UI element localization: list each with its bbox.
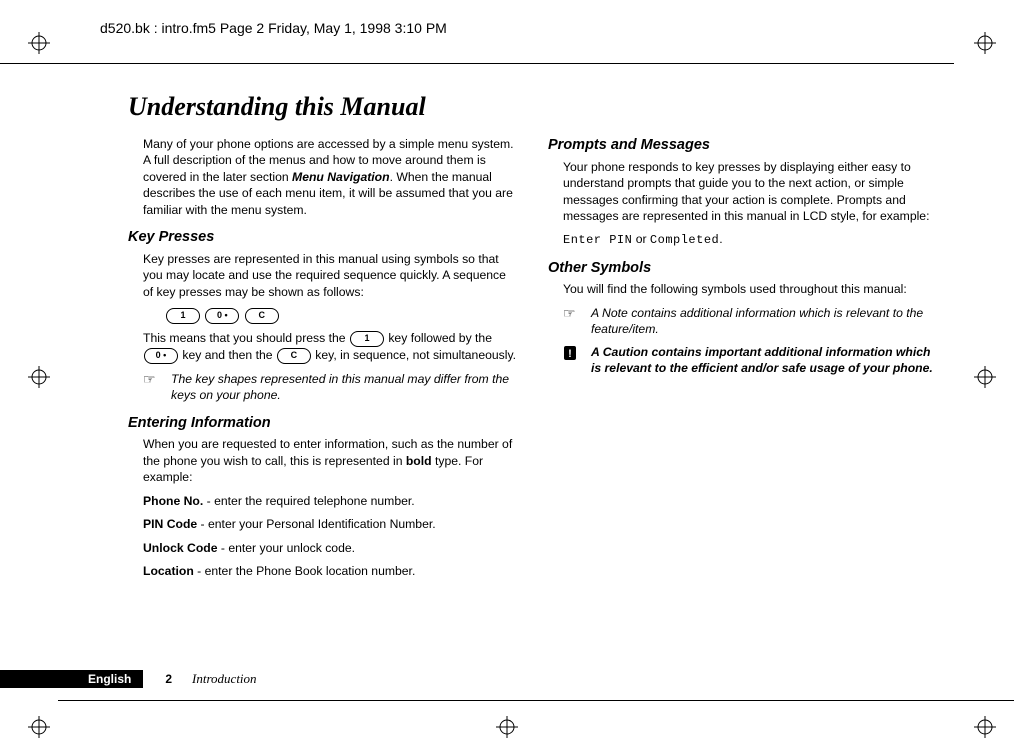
entering-info-heading: Entering Information (128, 414, 518, 434)
left-column: Many of your phone options are accessed … (128, 136, 518, 586)
registration-mark-icon (28, 716, 50, 738)
phone-key-icon: 0 • (144, 348, 178, 364)
page-meta-header: d520.bk : intro.fm5 Page 2 Friday, May 1… (100, 20, 447, 36)
phone-key-icon: C (245, 308, 279, 324)
registration-mark-icon (28, 32, 50, 54)
page-content: Understanding this Manual Many of your p… (128, 92, 938, 586)
prompts-intro: Your phone responds to key presses by di… (563, 159, 938, 225)
crop-line-top (0, 63, 954, 64)
page-footer: English 2 Introduction (0, 666, 1014, 692)
field-desc: - enter the Phone Book location number. (194, 564, 416, 578)
caution-text: A Caution contains important additional … (591, 344, 938, 377)
field-desc: - enter your Personal Identification Num… (197, 517, 435, 531)
list-item: PIN Code - enter your Personal Identific… (143, 516, 518, 532)
list-item: Phone No. - enter the required telephone… (143, 493, 518, 509)
note-text: The key shapes represented in this manua… (171, 371, 518, 404)
footer-page-number: 2 (165, 672, 172, 686)
other-symbols-heading: Other Symbols (548, 259, 938, 279)
bold-ref: bold (406, 454, 432, 468)
phone-key-icon: 0 • (205, 308, 239, 324)
other-symbols-intro: You will find the following symbols used… (563, 281, 938, 297)
lcd-example: Enter PIN or Completed. (563, 231, 938, 248)
key-sequence-example: 1 0 • C (143, 307, 518, 324)
note-icon: ☞ (563, 306, 585, 320)
note-block: ☞ A Note contains additional information… (563, 305, 938, 338)
text: key and then the (179, 348, 276, 362)
field-desc: - enter your unlock code. (218, 541, 356, 555)
field-name: PIN Code (143, 517, 197, 531)
menu-navigation-ref: Menu Navigation (292, 170, 390, 184)
entering-info-intro: When you are requested to enter informat… (143, 436, 518, 485)
field-desc: - enter the required telephone number. (203, 494, 414, 508)
text: or (632, 232, 650, 246)
text: key followed by the (385, 331, 492, 345)
phone-key-icon: 1 (166, 308, 200, 324)
note-text: A Note contains additional information w… (591, 305, 938, 338)
footer-black-bar (0, 670, 80, 688)
list-item: Location - enter the Phone Book location… (143, 563, 518, 579)
text: key, in sequence, not simultaneously. (312, 348, 516, 362)
phone-key-icon: 1 (350, 331, 384, 347)
crop-line-bottom (58, 700, 1014, 701)
key-presses-intro: Key presses are represented in this manu… (143, 251, 518, 300)
phone-key-icon: C (277, 348, 311, 364)
field-name: Unlock Code (143, 541, 218, 555)
footer-language: English (80, 670, 143, 688)
lcd-text: Enter PIN (563, 233, 632, 247)
field-name: Location (143, 564, 194, 578)
key-presses-explain: This means that you should press the 1 k… (143, 330, 518, 364)
note-block: ☞ The key shapes represented in this man… (143, 371, 518, 404)
footer-section-name: Introduction (192, 671, 257, 687)
intro-paragraph: Many of your phone options are accessed … (128, 136, 518, 218)
registration-mark-icon (28, 366, 50, 388)
caution-icon: ! (563, 345, 585, 361)
svg-text:!: ! (568, 348, 572, 360)
list-item: Unlock Code - enter your unlock code. (143, 540, 518, 556)
registration-mark-icon (974, 32, 996, 54)
text: This means that you should press the (143, 331, 349, 345)
page-title: Understanding this Manual (128, 92, 938, 122)
lcd-text: Completed (650, 233, 719, 247)
right-column: Prompts and Messages Your phone responds… (548, 136, 938, 586)
registration-mark-icon (974, 716, 996, 738)
field-name: Phone No. (143, 494, 203, 508)
key-presses-heading: Key Presses (128, 228, 518, 248)
text: . (719, 232, 722, 246)
caution-block: ! A Caution contains important additiona… (563, 344, 938, 377)
registration-mark-icon (974, 366, 996, 388)
prompts-heading: Prompts and Messages (548, 136, 938, 156)
registration-mark-icon (496, 716, 518, 738)
note-icon: ☞ (143, 372, 165, 386)
